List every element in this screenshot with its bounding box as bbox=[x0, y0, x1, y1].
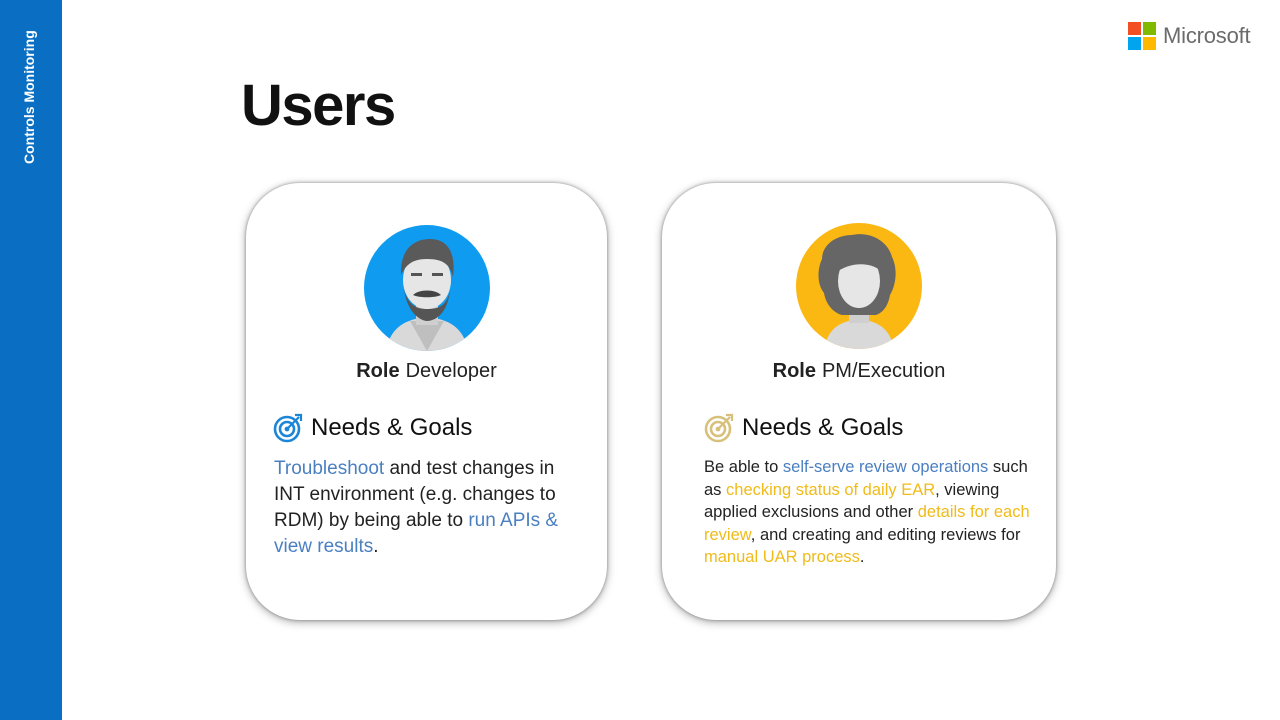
highlight-text: Troubleshoot bbox=[274, 458, 385, 479]
needs-goals-heading: Needs & Goals bbox=[273, 413, 472, 443]
body-text: . bbox=[859, 548, 865, 566]
role-description: Troubleshoot and test changes in INT env… bbox=[274, 456, 589, 560]
developer-avatar-icon bbox=[364, 225, 490, 351]
brand-name: Microsoft bbox=[1163, 23, 1251, 48]
brand: Microsoft bbox=[1128, 22, 1251, 50]
microsoft-logo-icon bbox=[1128, 22, 1156, 50]
page-title: Users bbox=[241, 73, 396, 138]
sidebar-band: Controls Monitoring bbox=[0, 0, 62, 720]
role-key: Role bbox=[772, 360, 816, 382]
body-text: , and creating and editing reviews for bbox=[750, 525, 1021, 544]
body-text: Be able to bbox=[704, 458, 783, 476]
highlight-text: checking status of daily EAR bbox=[726, 480, 936, 499]
highlight-text: self-serve review operations bbox=[782, 458, 989, 476]
user-card-developer: Role Developer Needs & Goals Troubleshoot… bbox=[246, 183, 607, 620]
pm-avatar-icon bbox=[796, 223, 922, 349]
needs-goals-title: Needs & Goals bbox=[311, 414, 473, 441]
needs-goals-heading: Needs & Goals bbox=[704, 413, 903, 443]
user-card-pm: Role PM/Execution Needs & Goals Be able t… bbox=[662, 183, 1056, 620]
role-label: Role PM/Execution bbox=[662, 360, 1056, 383]
needs-goals-title: Needs & Goals bbox=[742, 414, 904, 441]
role-key: Role bbox=[356, 360, 400, 382]
highlight-text: manual UAR process bbox=[704, 548, 860, 566]
target-icon bbox=[704, 413, 734, 443]
role-value: PM/Execution bbox=[821, 360, 946, 382]
role-label: Role Developer bbox=[246, 360, 607, 383]
target-icon bbox=[273, 413, 303, 443]
section-label: Controls Monitoring bbox=[21, 30, 37, 164]
body-text: . bbox=[373, 536, 379, 557]
role-value: Developer bbox=[405, 360, 497, 382]
role-description: Be able to self-serve review operations … bbox=[704, 456, 1036, 569]
